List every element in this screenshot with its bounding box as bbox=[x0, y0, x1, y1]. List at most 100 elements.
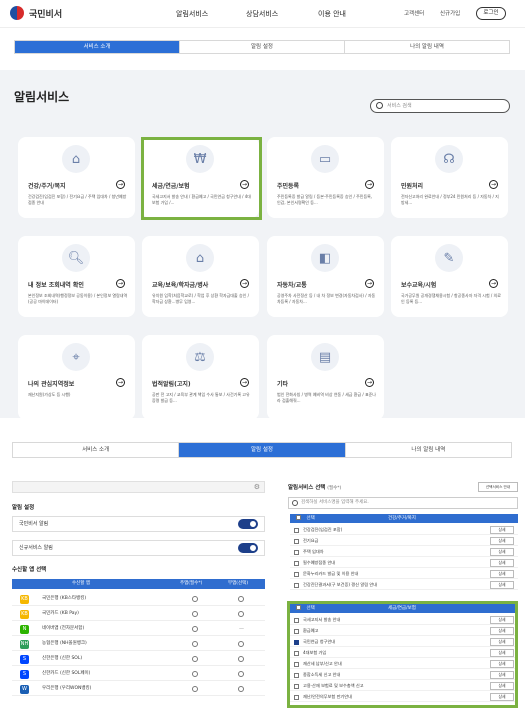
sub-app-radio[interactable] bbox=[238, 641, 244, 647]
gear-icon[interactable]: ⚙ bbox=[254, 483, 260, 491]
main-app-radio[interactable] bbox=[192, 626, 198, 632]
new-service-toggle[interactable] bbox=[238, 543, 258, 553]
detail-button[interactable]: 상세 bbox=[490, 581, 514, 589]
arrow-right-icon[interactable]: → bbox=[489, 180, 498, 189]
arrow-right-icon[interactable]: → bbox=[116, 378, 125, 387]
tab-my-alerts-2[interactable]: 나의 알림 내역 bbox=[346, 443, 511, 457]
service-card-legal[interactable]: ⚖ 법적알림(고지) → 공판 전 고지 / 교육부 관계 책임 수사 통보 /… bbox=[142, 335, 259, 420]
detail-button[interactable]: 상세 bbox=[490, 559, 514, 567]
map-pin-icon: ⌖ bbox=[62, 343, 90, 371]
naver-icon: N bbox=[20, 625, 29, 634]
tab-service-intro-2[interactable]: 서비스 소개 bbox=[13, 443, 180, 457]
card-desc: 전자신고처리 완료안내 / 정부24 민원처리 등 / 자동차 / 지방세... bbox=[401, 194, 499, 205]
app-name: 네이버앱 (전자문서함) bbox=[42, 626, 85, 631]
arrow-right-icon[interactable]: → bbox=[116, 180, 125, 189]
search-icon bbox=[292, 500, 298, 506]
arrow-right-icon[interactable]: → bbox=[365, 279, 374, 288]
nav-counsel-service[interactable]: 상담서비스 bbox=[246, 9, 278, 19]
app-name: 국민은행 (KB스타뱅킹) bbox=[42, 596, 87, 601]
service-checkbox[interactable] bbox=[294, 571, 299, 577]
app-name: 신한카드 (신한 SOL페이) bbox=[42, 671, 91, 676]
main-app-radio[interactable] bbox=[192, 611, 198, 617]
arrow-right-icon[interactable]: → bbox=[116, 279, 125, 288]
card-title: 민원처리 bbox=[401, 183, 424, 190]
service-card-my-info[interactable]: 🔍︎ 내 정보 조회내역 확인 → 본인정보 조회내역(행정정보 공동이용) /… bbox=[18, 236, 135, 317]
service-checkbox[interactable] bbox=[294, 538, 299, 544]
service-checkbox[interactable] bbox=[294, 549, 299, 555]
col-sub: 부앱(선택) bbox=[228, 581, 249, 586]
select-all-checkbox[interactable] bbox=[296, 515, 301, 520]
signup-link[interactable]: 신규가입 bbox=[440, 9, 460, 17]
service-search-input[interactable]: 서비스 검색 bbox=[370, 99, 510, 113]
detail-button[interactable]: 상세 bbox=[490, 570, 514, 578]
nav-notification-service[interactable]: 알림서비스 bbox=[176, 9, 208, 19]
app-name: 신한은행 (신한 SOL) bbox=[42, 656, 83, 661]
sub-app-radio[interactable] bbox=[238, 671, 244, 677]
sub-app-radio[interactable] bbox=[238, 686, 244, 692]
service-card-civil[interactable]: ☊ 민원처리 → 전자신고처리 완료안내 / 정부24 민원처리 등 / 자동차… bbox=[391, 137, 508, 218]
service-list-item: 전기요금 상세 bbox=[290, 536, 518, 546]
main-app-radio[interactable] bbox=[192, 596, 198, 602]
arrow-right-icon[interactable]: → bbox=[365, 180, 374, 189]
card-title: 자동차/교통 bbox=[277, 282, 307, 289]
detail-button[interactable]: 상세 bbox=[490, 548, 514, 556]
service-list-item: 건강진단결과서(구 보건증) 갱신 알림 안내 상세 bbox=[290, 580, 518, 590]
service-card-vehicle[interactable]: ◧ 자동차/교통 → 공영주차 사전정산 등 / 내 차 정보 변경(자동차검사… bbox=[267, 236, 384, 317]
service-checkbox[interactable] bbox=[294, 582, 299, 588]
gavel-icon: ⚖ bbox=[186, 343, 214, 371]
service-card-education[interactable]: ⌂ 교육/보육/학자금/병사 → 유치원 입학(처음학교로) / 학업 후 상환… bbox=[142, 236, 259, 317]
detail-button[interactable]: 상세 bbox=[490, 537, 514, 545]
school-icon: ⌂ bbox=[186, 244, 214, 272]
service-card-resident[interactable]: ▭ 주민등록 → 주민등록증 발급 알림 / 등본·주민등록증 승인 / 주민등… bbox=[267, 137, 384, 218]
sub-app-radio[interactable] bbox=[238, 611, 244, 617]
card-title: 내 정보 조회내역 확인 bbox=[28, 282, 84, 289]
card-title: 법적알림(고지) bbox=[152, 381, 191, 388]
arrow-right-icon[interactable]: → bbox=[240, 378, 249, 387]
top-bar-strip: ⚙ bbox=[12, 481, 265, 493]
sub-app-radio[interactable] bbox=[238, 656, 244, 662]
tab-alert-settings-2[interactable]: 알림 설정 bbox=[179, 443, 346, 457]
card-desc: 건강검진(임검진 포함) / 전기요금 / 주택 임대차 / 청년예방접종 안내 bbox=[28, 194, 127, 205]
service-label: 필수예방접종 안내 bbox=[303, 560, 336, 565]
app-row: KB 국민은행 (KB스타뱅킹) bbox=[12, 592, 265, 606]
document-search-icon: 🔍︎ bbox=[62, 244, 90, 272]
service-label: 건강검진(임검진 포함) bbox=[303, 527, 343, 532]
select-title-text: 알림서비스 선택 bbox=[288, 485, 326, 491]
brand-logo[interactable]: 국민비서 bbox=[10, 6, 62, 20]
main-app-radio[interactable] bbox=[192, 686, 198, 692]
service-card-region[interactable]: ⌖ 나의 관심지역정보 → 재난지원(가상도 등 시행) bbox=[18, 335, 135, 420]
service-checkbox[interactable] bbox=[294, 560, 299, 566]
arrow-right-icon[interactable]: → bbox=[365, 378, 374, 387]
customer-center-link[interactable]: 고객센터 bbox=[404, 9, 424, 17]
detail-button[interactable]: 상세 bbox=[490, 526, 514, 534]
highlight-tax-card bbox=[141, 137, 262, 220]
main-app-radio[interactable] bbox=[192, 656, 198, 662]
service-checkbox[interactable] bbox=[294, 527, 299, 533]
national-secretary-toggle[interactable] bbox=[238, 519, 258, 529]
card-title: 건강/주거/복지 bbox=[28, 183, 66, 190]
sub-app-none: — bbox=[239, 626, 244, 632]
sub-app-radio[interactable] bbox=[238, 596, 244, 602]
service-card-health[interactable]: ⌂ 건강/주거/복지 → 건강검진(임검진 포함) / 전기요금 / 주택 임대… bbox=[18, 137, 135, 218]
service-card-training[interactable]: ✎ 보수교육/시험 → 국가공무원 공개경쟁채용시험 / 항공종사자 자격 시험… bbox=[391, 236, 508, 317]
login-button[interactable]: 로그인 bbox=[476, 7, 506, 20]
tab-alert-settings[interactable]: 알림 설정 bbox=[180, 41, 345, 53]
arrow-right-icon[interactable]: → bbox=[240, 279, 249, 288]
arrow-right-icon[interactable]: → bbox=[489, 279, 498, 288]
service-guide-button[interactable]: 선택서비스 안내 bbox=[478, 482, 518, 492]
service-label: 건강진단결과서(구 보건증) 갱신 알림 안내 bbox=[303, 582, 378, 587]
main-app-radio[interactable] bbox=[192, 671, 198, 677]
service-search-field[interactable]: 검색하실 서비스명을 입력해 주세요. bbox=[288, 497, 518, 509]
tab-my-alerts[interactable]: 나의 알림 내역 bbox=[345, 41, 509, 53]
service-select-title: 알림서비스 선택 (필수*) bbox=[288, 483, 341, 491]
search-icon bbox=[376, 102, 383, 109]
nav-usage-guide[interactable]: 이용 안내 bbox=[318, 9, 346, 19]
tab-service-intro[interactable]: 서비스 소개 bbox=[15, 41, 180, 53]
app-row: KB 국민카드 (KB Pay) bbox=[12, 607, 265, 621]
main-app-radio[interactable] bbox=[192, 641, 198, 647]
card-title: 나의 관심지역정보 bbox=[28, 381, 75, 388]
service-card-etc[interactable]: ▤ 기타 → 범인 전화사칭 / 병역 예비역 비상 연동 / 세금 환급 / … bbox=[267, 335, 384, 420]
setting-row-national-secretary: 국민비서 알림 bbox=[12, 516, 265, 532]
service-label: 문화누리카드 발급 및 이용 안내 bbox=[303, 571, 359, 576]
col-app: 수신할 앱 bbox=[72, 581, 90, 586]
